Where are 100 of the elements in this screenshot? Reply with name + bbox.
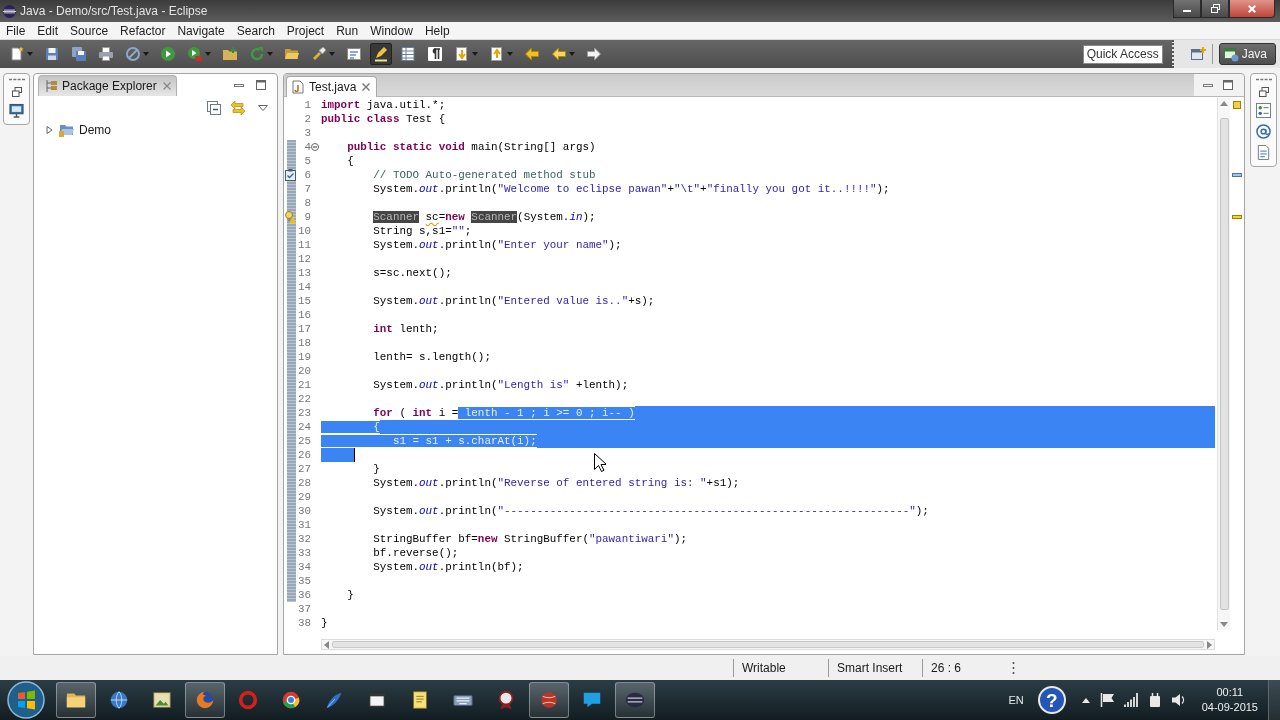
editor-tab[interactable]: Test.java xyxy=(286,76,378,97)
overview-marker[interactable] xyxy=(1232,215,1242,219)
at-sign-icon[interactable] xyxy=(1256,124,1271,139)
ring-icon xyxy=(237,689,259,711)
menu-item[interactable]: Search xyxy=(230,23,281,38)
line-number: 35 xyxy=(297,574,311,588)
save-all-icon xyxy=(71,46,87,62)
menu-item[interactable]: Help xyxy=(418,23,456,38)
line-number: 16 xyxy=(297,308,311,322)
menu-item[interactable]: Window xyxy=(364,23,419,38)
restore-icon[interactable] xyxy=(1258,87,1269,97)
taskbar-button[interactable] xyxy=(56,682,96,718)
orb-icon xyxy=(194,689,216,711)
new-project-icon xyxy=(222,46,238,62)
mouse-pointer-icon xyxy=(594,453,606,472)
expand-arrow-icon[interactable] xyxy=(45,126,53,134)
collapse-all-icon[interactable] xyxy=(206,100,222,116)
link-arrows-icon[interactable] xyxy=(230,100,246,116)
grip-icon[interactable] xyxy=(8,78,25,81)
line-number: 18 xyxy=(297,336,311,350)
monitor-icon[interactable] xyxy=(9,103,24,118)
line-number: 7 xyxy=(304,182,311,196)
restore-icon[interactable] xyxy=(11,87,22,97)
grip-icon[interactable] xyxy=(1012,662,1015,674)
menu-item[interactable]: Project xyxy=(280,23,331,38)
line-number: 31 xyxy=(297,518,311,532)
scroll-left-icon[interactable] xyxy=(324,640,329,649)
code-line: bf.reverse(); xyxy=(373,546,459,560)
code-line: System.out.println("Welcome to eclipse pawan"+"\t"+"finally you got it..!!!!"); xyxy=(373,182,890,196)
quick-access-field[interactable]: Quick Access xyxy=(1082,44,1163,64)
start-button[interactable] xyxy=(7,681,45,719)
scroll-right-icon[interactable] xyxy=(1207,640,1212,649)
maximize-icon[interactable] xyxy=(1223,80,1233,90)
view-tab[interactable]: Package Explorer xyxy=(38,75,177,96)
minimize-button[interactable] xyxy=(1173,0,1201,18)
perspective-button[interactable]: Java xyxy=(1218,43,1276,65)
outline-icon[interactable] xyxy=(1256,103,1271,118)
code-line: } xyxy=(373,462,380,476)
minimize-icon[interactable] xyxy=(234,83,244,87)
line-number: 5 xyxy=(304,154,311,168)
close-icon[interactable] xyxy=(362,83,371,91)
scroll-up-icon[interactable] xyxy=(1220,101,1228,106)
power-plug-icon[interactable] xyxy=(1147,693,1162,707)
horizontal-scrollbar[interactable] xyxy=(321,639,1215,650)
folder-icon xyxy=(284,46,300,62)
line-number: 1 xyxy=(304,98,311,112)
line-number: 13 xyxy=(297,266,311,280)
grip-icon[interactable] xyxy=(1255,78,1272,81)
flag-icon[interactable] xyxy=(1099,693,1114,707)
menu-item[interactable]: Refactor xyxy=(114,23,172,38)
menu-item[interactable]: Edit xyxy=(31,23,65,38)
menu-item[interactable]: Run xyxy=(330,23,365,38)
view-menu-icon[interactable] xyxy=(258,105,268,111)
language-indicator[interactable]: EN xyxy=(1008,694,1024,706)
menu-item[interactable]: Source xyxy=(64,23,115,38)
line-number: 26 xyxy=(297,448,311,462)
speaker-icon[interactable] xyxy=(1171,693,1186,707)
show-desktop-button[interactable] xyxy=(1268,680,1280,720)
code-line: System.out.println("Length is" +lenth); xyxy=(373,378,629,392)
help-button[interactable]: ? xyxy=(1037,686,1066,714)
scroll-thumb[interactable] xyxy=(332,641,1204,648)
close-button[interactable] xyxy=(1229,0,1275,18)
tree-item[interactable]: Demo xyxy=(45,121,277,139)
line-number: 36 xyxy=(297,588,311,602)
line-number: 24 xyxy=(297,420,311,434)
task-icon[interactable] xyxy=(285,169,296,181)
line-number: 28 xyxy=(297,476,311,490)
overview-marker[interactable] xyxy=(1232,173,1242,177)
left-arrow-icon xyxy=(551,46,567,62)
minimize-icon[interactable] xyxy=(1203,83,1213,87)
signal-bars-icon[interactable] xyxy=(1123,693,1138,707)
line-number: 32 xyxy=(297,532,311,546)
open-perspective-icon[interactable] xyxy=(1189,46,1206,62)
picture-icon xyxy=(151,689,173,711)
document-icon[interactable] xyxy=(1256,145,1271,160)
show-hidden-icons-icon[interactable] xyxy=(1081,697,1090,703)
fold-toggle-icon[interactable] xyxy=(311,143,319,151)
code-line: for ( int i = lenth - 1 ; i >= 0 ; i-- ) xyxy=(373,406,635,420)
code-line: System.out.println("--------------------------------------------------------------"); xyxy=(373,504,929,518)
restore-button[interactable] xyxy=(1201,0,1229,18)
perspective-icon xyxy=(1222,46,1239,62)
maximize-icon[interactable] xyxy=(256,80,266,90)
status-field: 26 : 6 xyxy=(931,661,962,675)
scroll-down-icon[interactable] xyxy=(1220,622,1228,627)
forward-arrow-icon xyxy=(586,46,602,62)
clock-date[interactable]: 04-09-2015 xyxy=(1201,700,1258,715)
line-number: 38 xyxy=(297,616,311,630)
save-icon xyxy=(44,46,60,62)
code-line: public class Test { xyxy=(321,112,446,126)
menu-item[interactable]: File xyxy=(0,23,32,38)
play-icon xyxy=(160,46,176,62)
code-line: } xyxy=(347,588,354,602)
printer-icon xyxy=(98,46,114,62)
warning-bulb-icon[interactable] xyxy=(285,211,296,223)
vertical-scrollbar[interactable] xyxy=(1217,98,1230,630)
scroll-thumb[interactable] xyxy=(1219,118,1229,610)
toolbar-button[interactable] xyxy=(370,43,392,65)
marker-pen-icon xyxy=(373,46,389,62)
clock-time[interactable]: 00:11 xyxy=(1216,685,1244,700)
menu-item[interactable]: Navigate xyxy=(171,23,231,38)
